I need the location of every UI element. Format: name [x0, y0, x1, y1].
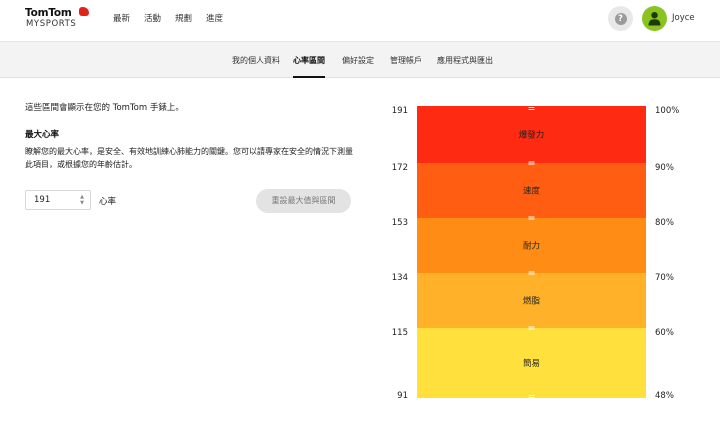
zone-percent-2: 90%: [655, 163, 674, 173]
zone-label-1: 爆發力: [519, 130, 545, 141]
zone-bpm-2: 172: [392, 163, 408, 173]
zone-bpm-4: 134: [392, 273, 408, 283]
zone-label-2: 速度: [523, 186, 541, 197]
zone-percent-4: 70%: [655, 273, 674, 283]
zone-percent-1: 100%: [655, 106, 679, 116]
zone-label-3: 耐力: [523, 241, 540, 252]
heart-rate-zones-chart: 爆發力 191 100% 速度 172 90% 耐力 153 80% 燃脂 134 70% 簡易 115 6…: [392, 106, 679, 401]
zone-bpm-3: 153: [392, 218, 408, 228]
zone-label-4: 燃脂: [523, 296, 541, 307]
zone-percent-bottom: 48%: [655, 391, 674, 401]
zone-percent-5: 60%: [655, 328, 674, 338]
zone-bpm-5: 115: [392, 328, 408, 338]
zone-bpm-1: 191: [392, 106, 408, 116]
zone-percent-3: 80%: [655, 218, 674, 228]
zone-label-5: 簡易: [523, 358, 540, 369]
zone-bpm-bottom: 91: [397, 391, 408, 401]
